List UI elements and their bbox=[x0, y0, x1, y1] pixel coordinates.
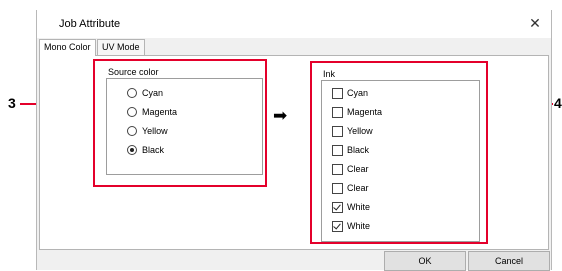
source-color-highlight bbox=[93, 59, 267, 187]
dialog-title: Job Attribute bbox=[59, 18, 121, 30]
callout-number-3: 3 bbox=[8, 95, 16, 111]
cancel-button[interactable]: Cancel bbox=[468, 251, 550, 271]
title-bar: Job Attribute ✕ bbox=[37, 10, 551, 38]
callout-number-4: 4 bbox=[554, 95, 562, 111]
arrow-right-icon: ➡ bbox=[273, 106, 288, 125]
tab-mono-color[interactable]: Mono Color bbox=[39, 39, 96, 56]
ok-button[interactable]: OK bbox=[384, 251, 466, 271]
close-icon[interactable]: ✕ bbox=[525, 13, 545, 33]
ink-highlight bbox=[310, 61, 488, 244]
tab-uv-mode[interactable]: UV Mode bbox=[97, 39, 145, 55]
